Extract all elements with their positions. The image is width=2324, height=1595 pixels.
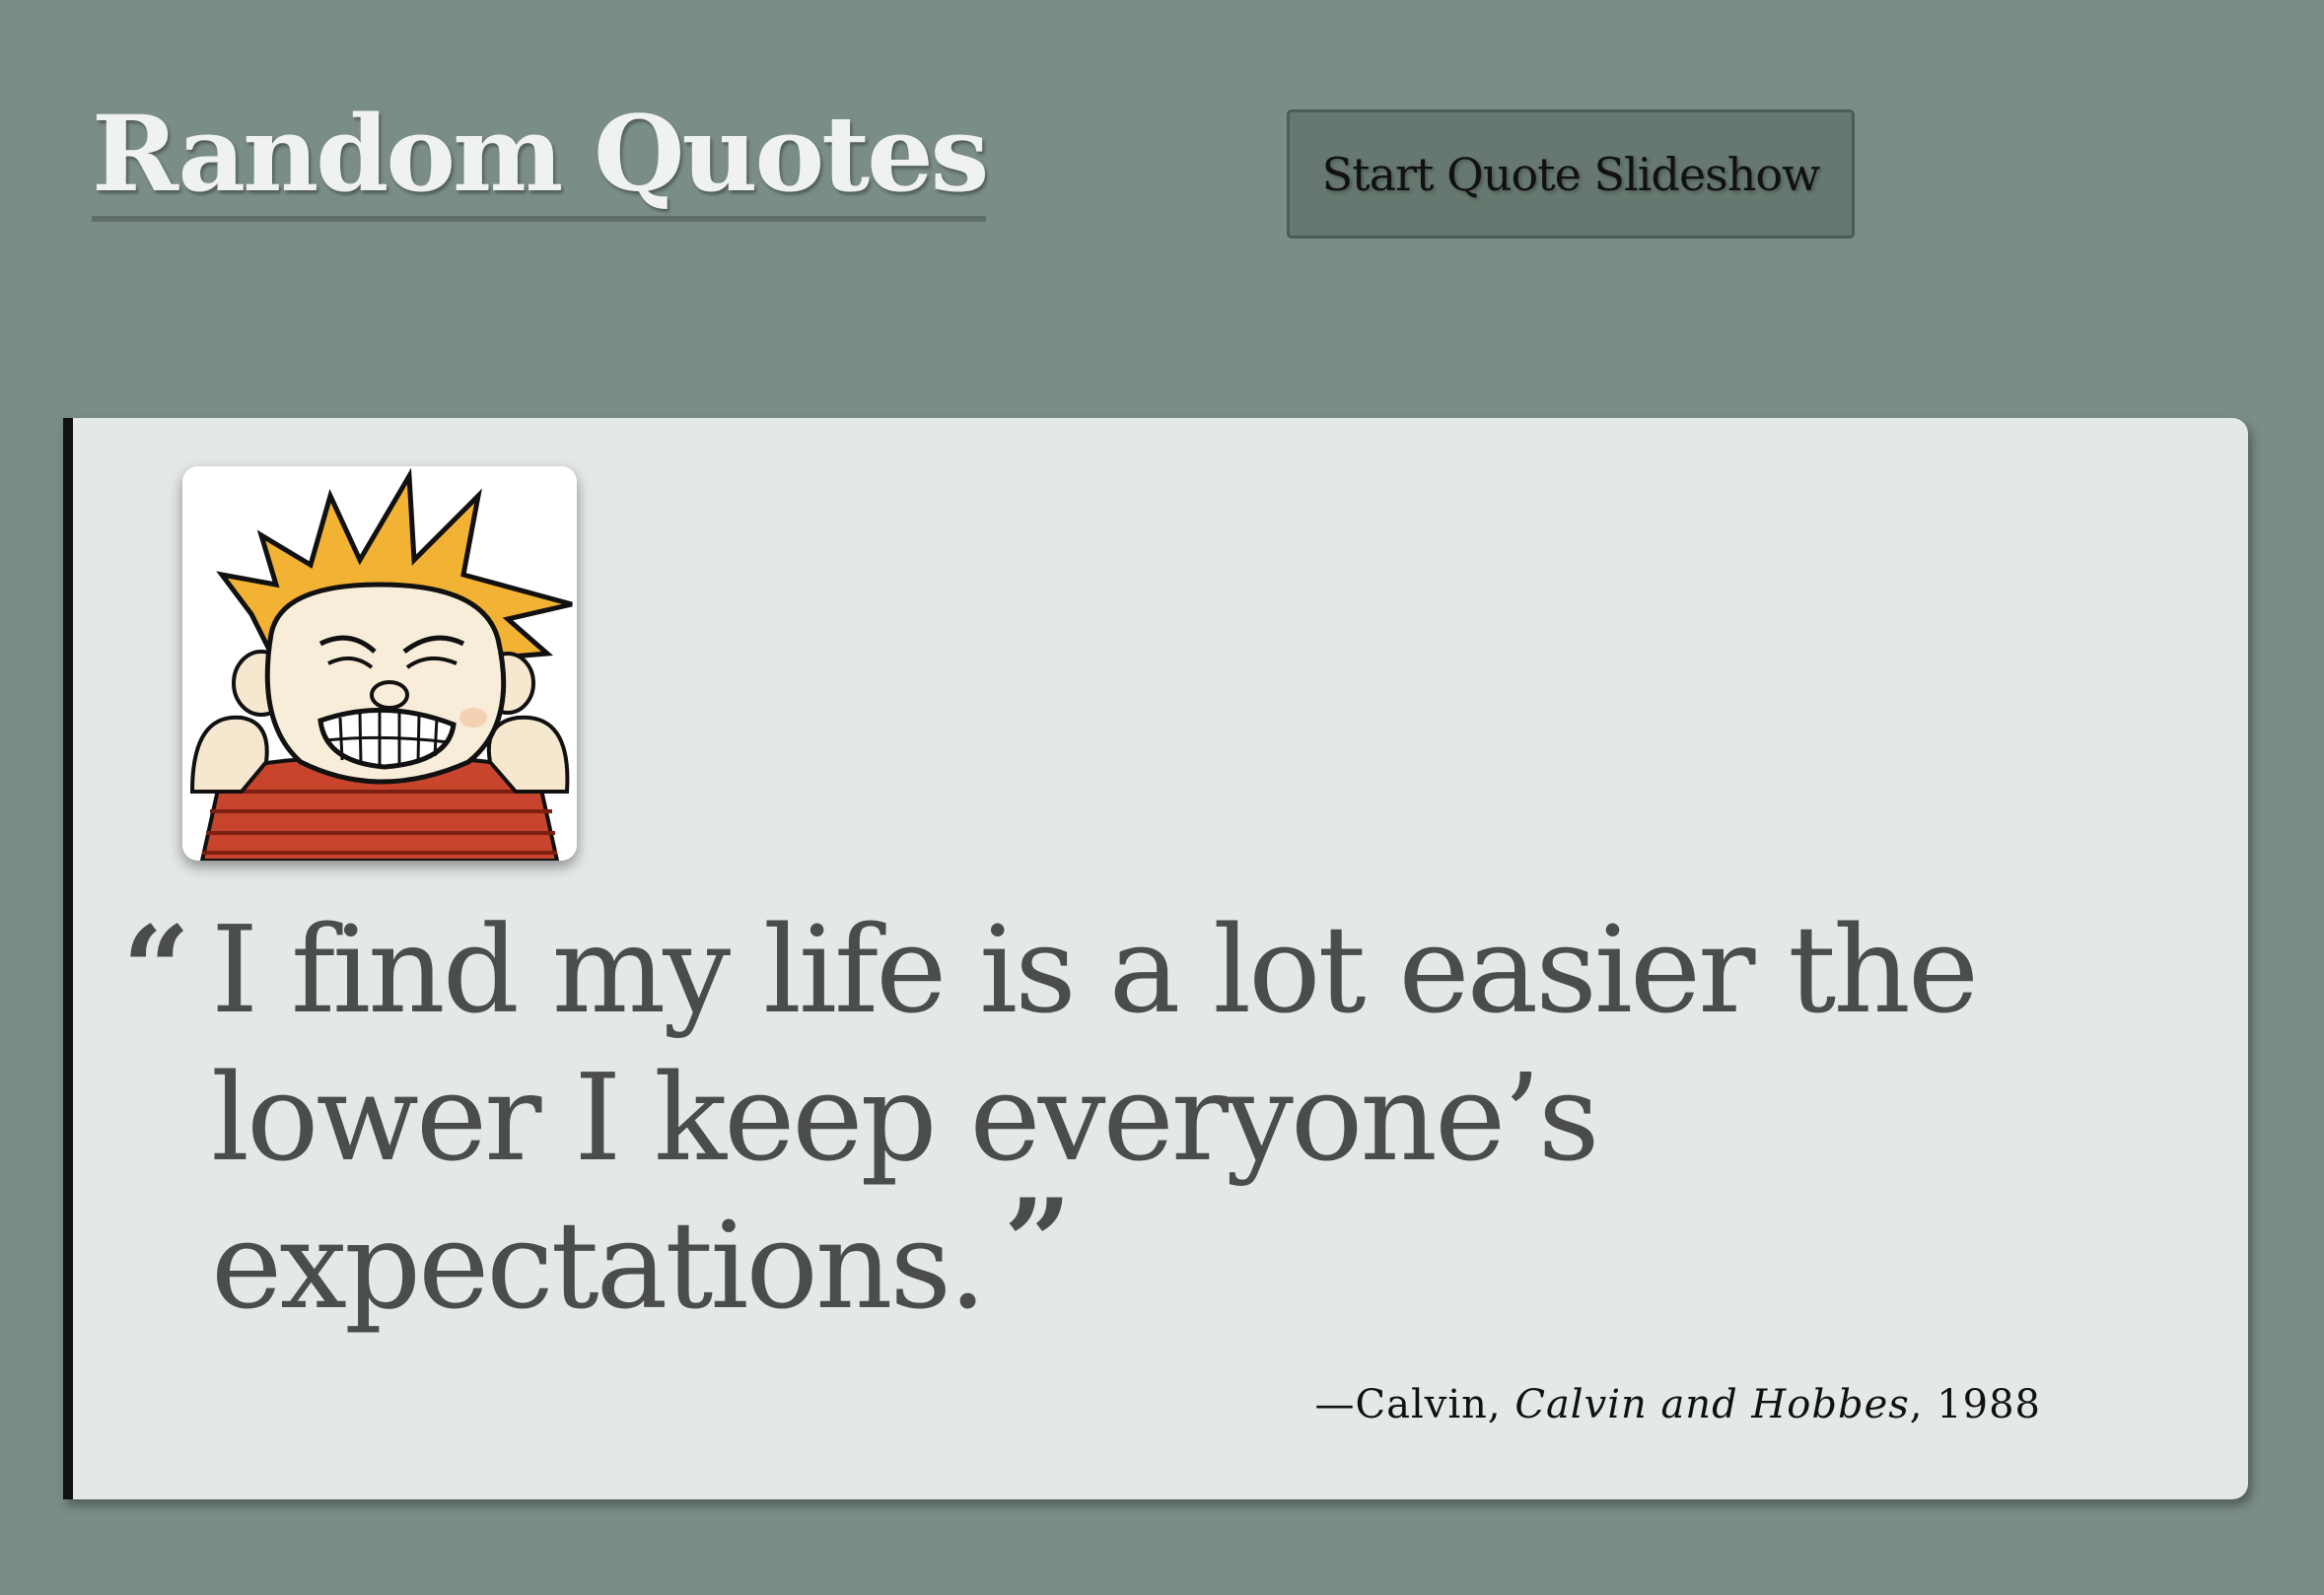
quote-card: “ I find my life is a lot easier the low… bbox=[63, 418, 2248, 1499]
calvin-portrait-icon bbox=[182, 466, 577, 861]
attribution-year: 1988 bbox=[1937, 1382, 2041, 1427]
quote-text: I find my life is a lot easier the lower… bbox=[211, 896, 1986, 1341]
attribution-work: Calvin and Hobbes bbox=[1514, 1382, 1910, 1427]
site-title-link[interactable]: Random Quotes bbox=[92, 91, 989, 223]
start-slideshow-button[interactable]: Start Quote Slideshow bbox=[1287, 109, 1855, 239]
attribution-author: Calvin bbox=[1355, 1382, 1488, 1427]
open-quote-mark: “ bbox=[122, 900, 191, 1039]
attribution-separator: , bbox=[1909, 1382, 1937, 1427]
quote-body: I find my life is a lot easier the lower… bbox=[211, 900, 1979, 1336]
quote-attribution: —Calvin, Calvin and Hobbes, 1988 bbox=[1315, 1382, 2042, 1427]
author-avatar bbox=[182, 466, 577, 861]
close-quote-mark: ” bbox=[1003, 1173, 1072, 1312]
attribution-dash: — bbox=[1314, 1382, 1356, 1427]
attribution-separator: , bbox=[1487, 1382, 1515, 1427]
